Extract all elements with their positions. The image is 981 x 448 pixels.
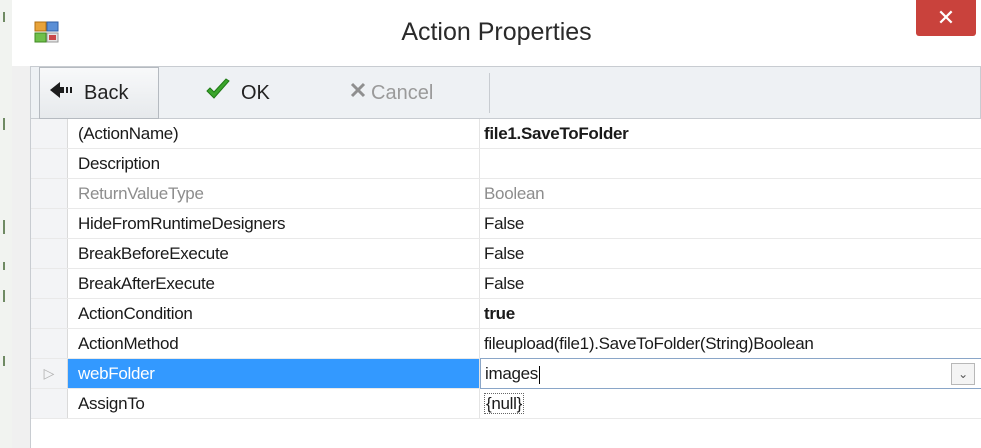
property-value[interactable]: fileupload(file1).SaveToFolder(String)Bo… [480, 329, 981, 358]
back-button[interactable]: Back [39, 67, 159, 119]
property-name: AssignTo [68, 389, 480, 418]
property-name: ActionMethod [68, 329, 480, 358]
row-gutter [31, 179, 68, 208]
row-gutter [31, 239, 68, 268]
property-value[interactable]: False [480, 239, 981, 268]
property-row-breakafterexecute[interactable]: BreakAfterExecute False [31, 269, 981, 299]
row-gutter: ▷ [31, 359, 68, 388]
close-icon: ✕ [936, 5, 956, 30]
back-arrow-icon [50, 81, 74, 105]
ok-button-label: OK [241, 81, 270, 104]
property-value[interactable]: False [480, 209, 981, 238]
property-value[interactable] [480, 149, 981, 178]
property-row-actionmethod[interactable]: ActionMethod fileupload(file1).SaveToFol… [31, 329, 981, 359]
property-name: ActionCondition [68, 299, 480, 328]
row-gutter [31, 329, 68, 358]
property-row-description[interactable]: Description [31, 149, 981, 179]
row-gutter [31, 299, 68, 328]
property-value: images [485, 364, 539, 383]
property-value[interactable]: file1.SaveToFolder [480, 119, 981, 148]
green-check-icon [205, 78, 231, 108]
title-bar: Action Properties ✕ [12, 0, 981, 66]
property-value[interactable]: true [480, 299, 981, 328]
back-button-label: Back [84, 81, 129, 104]
dropdown-button[interactable]: ⌄ [951, 363, 975, 385]
null-value: {null} [484, 393, 525, 414]
property-name: webFolder [68, 359, 480, 388]
cancel-button[interactable]: Cancel [339, 67, 479, 119]
property-name: (ActionName) [68, 119, 480, 148]
expand-icon: ▷ [43, 365, 55, 381]
property-value[interactable]: False [480, 269, 981, 298]
property-row-actioncondition[interactable]: ActionCondition true [31, 299, 981, 329]
property-row-assignto[interactable]: AssignTo {null} [31, 389, 981, 419]
toolbar-separator [489, 73, 490, 113]
x-icon [349, 81, 367, 105]
property-grid: (ActionName) file1.SaveToFolder Descript… [30, 119, 981, 448]
ok-button[interactable]: OK [191, 67, 311, 119]
property-name: Description [68, 149, 480, 178]
property-row-actionname[interactable]: (ActionName) file1.SaveToFolder [31, 119, 981, 149]
chevron-down-icon: ⌄ [958, 367, 968, 381]
toolbar: Back OK Cancel [30, 66, 981, 119]
webfolder-value-input[interactable]: images ⌄ [480, 358, 981, 389]
cancel-button-label: Cancel [371, 81, 434, 104]
row-gutter [31, 119, 68, 148]
property-value: Boolean [484, 184, 545, 203]
property-name: BreakBeforeExecute [68, 239, 480, 268]
dialog-title: Action Properties [401, 18, 592, 46]
row-gutter [31, 389, 68, 418]
property-value[interactable]: {null} [480, 389, 981, 418]
row-gutter [31, 149, 68, 178]
text-caret [539, 365, 541, 384]
property-row-webfolder[interactable]: ▷ webFolder images ⌄ [31, 358, 981, 389]
property-row-hidefromruntimedesigners[interactable]: HideFromRuntimeDesigners False [31, 209, 981, 239]
action-properties-dialog: Action Properties ✕ Back OK Cancel (Acti… [12, 0, 981, 448]
close-button[interactable]: ✕ [916, 0, 976, 36]
property-row-returnvaluetype[interactable]: ReturnValueType Boolean [31, 179, 981, 209]
row-gutter [31, 209, 68, 238]
property-name: ReturnValueType [68, 179, 480, 208]
property-row-breakbeforeexecute[interactable]: BreakBeforeExecute False [31, 239, 981, 269]
property-name: BreakAfterExecute [68, 269, 480, 298]
row-gutter [31, 269, 68, 298]
property-name: HideFromRuntimeDesigners [68, 209, 480, 238]
